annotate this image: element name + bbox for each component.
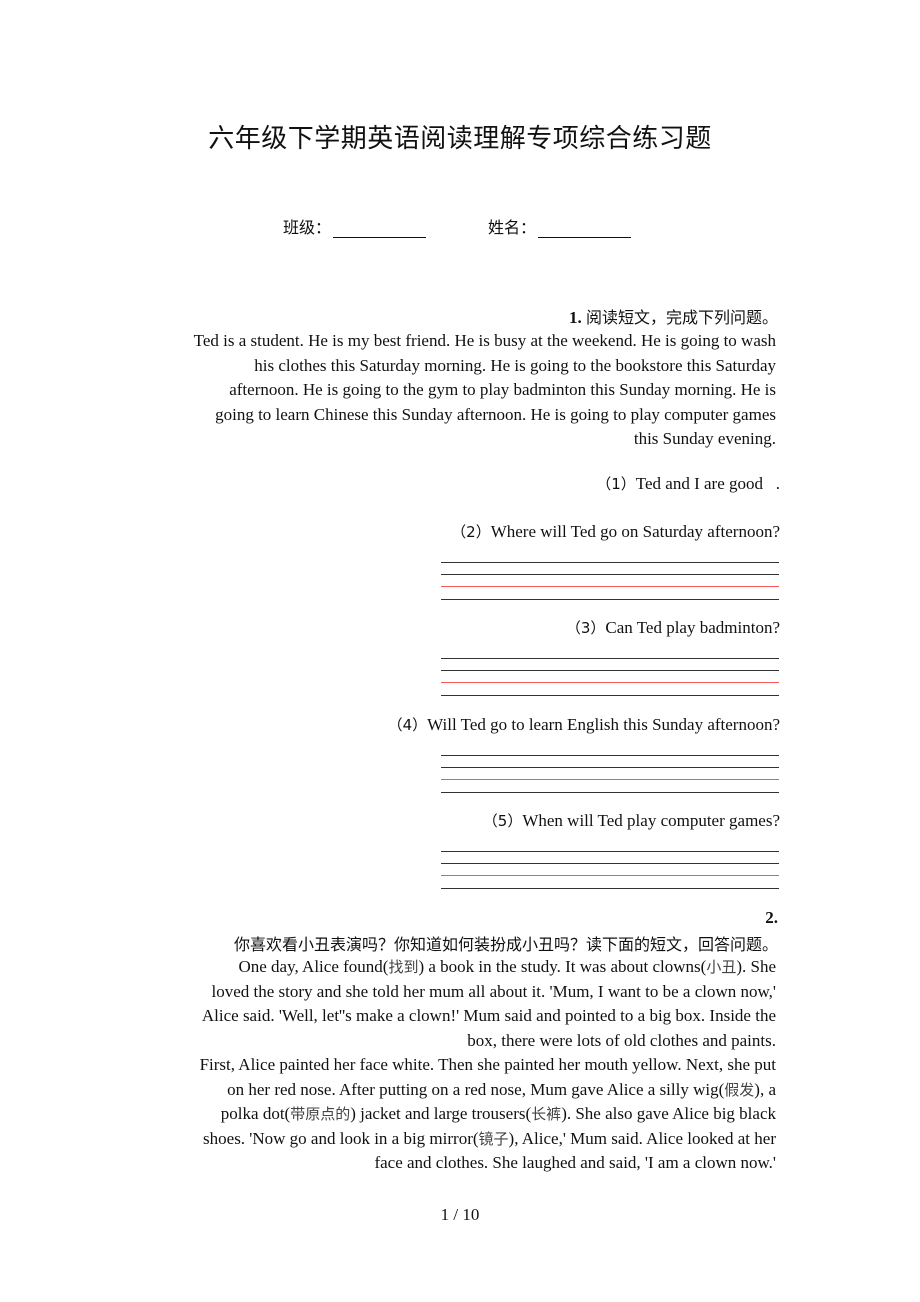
- question-5: （5）When will Ted play computer games?: [483, 810, 780, 831]
- passage-text: ) jacket and large trousers(: [350, 1104, 532, 1123]
- question-number: （4）: [387, 716, 428, 734]
- question-1: （1）Ted and I are good .: [596, 473, 780, 494]
- page-number: 1 / 10: [440, 1205, 480, 1224]
- question-number: （2）: [451, 523, 491, 541]
- passage-line: Alice said. 'Well, let''s make a clown!'…: [140, 1004, 776, 1029]
- chinese-gloss: 假发: [724, 1080, 755, 1099]
- passage-text: face and clothes. She laughed and said, …: [374, 1153, 776, 1172]
- passage-text: ). She: [736, 957, 776, 976]
- passage-text: ), Alice,' Mum said. Alice looked at her: [508, 1128, 776, 1148]
- answer-guide-line: [441, 682, 779, 683]
- question-number: （3）: [565, 619, 606, 637]
- answer-line: [441, 792, 779, 793]
- answer-line: [441, 562, 779, 563]
- passage-text: Alice said. 'Well, let''s make a clown!'…: [201, 1006, 776, 1025]
- passage-line: loved the story and she told her mum all…: [140, 980, 776, 1005]
- answer-guide-line: [441, 779, 779, 780]
- passage-line: his clothes this Saturday morning. He is…: [254, 355, 776, 375]
- question-number: （5）: [482, 812, 523, 830]
- section2-number: 2.: [765, 908, 778, 927]
- section1-number: 1.: [568, 308, 582, 327]
- question-text: Will Ted go to learn English this Sunday…: [427, 715, 780, 734]
- passage-text: ). She also gave Alice big black: [561, 1104, 776, 1123]
- chinese-gloss: 带原点的: [290, 1105, 351, 1123]
- question-text: Ted and I are good: [635, 474, 763, 493]
- question-number: （1）: [596, 475, 636, 493]
- question-2: （2）Where will Ted go on Saturday afterno…: [451, 521, 780, 542]
- passage-line: afternoon. He is going to the gym to pla…: [229, 380, 776, 399]
- answer-line: [441, 851, 779, 852]
- answer-line: [441, 767, 779, 768]
- chinese-gloss: 长裤: [531, 1105, 562, 1123]
- passage-line: box, there were lots of old clothes and …: [140, 1029, 776, 1054]
- section1-heading: 1. 阅读短文，完成下列问题。: [569, 304, 778, 328]
- chinese-gloss: 找到: [388, 958, 419, 976]
- passage-line: shoes. 'Now go and look in a big mirror(…: [140, 1127, 776, 1152]
- question-text: Can Ted play badminton?: [605, 618, 780, 637]
- passage-line: First, Alice painted her face white. The…: [140, 1053, 776, 1078]
- answer-line: [441, 599, 779, 600]
- passage-line: on her red nose. After putting on a red …: [140, 1078, 776, 1103]
- passage-text: box, there were lots of old clothes and …: [467, 1030, 776, 1050]
- answer-line: [441, 888, 779, 889]
- class-input-blank[interactable]: [333, 221, 427, 238]
- name-label: 姓名：: [488, 218, 537, 237]
- section2-passage: One day, Alice found(找到) a book in the s…: [140, 955, 776, 1176]
- answer-line: [441, 755, 779, 756]
- section2-heading: 2.: [765, 908, 778, 928]
- chinese-gloss: 小丑: [706, 958, 737, 976]
- name-input-blank[interactable]: [538, 221, 632, 238]
- answer-guide-line: [441, 586, 779, 587]
- answer-line: [441, 658, 779, 659]
- answer-guide-line: [441, 875, 779, 876]
- answer-line: [441, 574, 779, 575]
- passage-line: One day, Alice found(找到) a book in the s…: [140, 955, 776, 980]
- passage-line: this Sunday evening.: [633, 429, 776, 448]
- answer-line: [441, 863, 779, 864]
- question-3: （3）Can Ted play badminton?: [566, 617, 780, 638]
- passage-text: polka dot(: [220, 1104, 291, 1123]
- passage-text: loved the story and she told her mum all…: [211, 981, 776, 1001]
- document-title: 六年级下学期英语阅读理解专项综合练习题: [208, 124, 712, 154]
- passage-line: Ted is a student. He is my best friend. …: [193, 331, 776, 350]
- passage-text: First, Alice painted her face white. The…: [199, 1055, 776, 1074]
- class-field: 班级：: [283, 214, 427, 238]
- fill-blank[interactable]: .: [763, 474, 780, 493]
- passage-text: ), a: [754, 1079, 776, 1099]
- passage-text: ) a book in the study. It was about clow…: [418, 957, 707, 976]
- question-4: （4）Will Ted go to learn English this Sun…: [388, 714, 780, 735]
- answer-line: [441, 670, 779, 671]
- question-text: Where will Ted go on Saturday afternoon?: [490, 522, 780, 541]
- class-label: 班级：: [283, 218, 332, 237]
- section1-passage: Ted is a student. He is my best friend. …: [140, 329, 776, 452]
- section2-instruction: 你喜欢看小丑表演吗？你知道如何装扮成小丑吗？读下面的短文，回答问题。: [233, 935, 778, 954]
- answer-line: [441, 695, 779, 696]
- name-field: 姓名：: [488, 214, 632, 238]
- passage-line: going to learn Chinese this Sunday after…: [215, 404, 776, 424]
- passage-text: on her red nose. After putting on a red …: [227, 1079, 725, 1099]
- passage-text: One day, Alice found(: [238, 957, 389, 976]
- section1-instruction: 阅读短文，完成下列问题。: [585, 308, 778, 327]
- question-text: When will Ted play computer games?: [522, 811, 780, 830]
- passage-text: shoes. 'Now go and look in a big mirror(: [203, 1128, 479, 1148]
- passage-line: face and clothes. She laughed and said, …: [140, 1151, 776, 1176]
- chinese-gloss: 镜子: [478, 1129, 509, 1148]
- passage-line: polka dot(带原点的) jacket and large trouser…: [140, 1102, 776, 1127]
